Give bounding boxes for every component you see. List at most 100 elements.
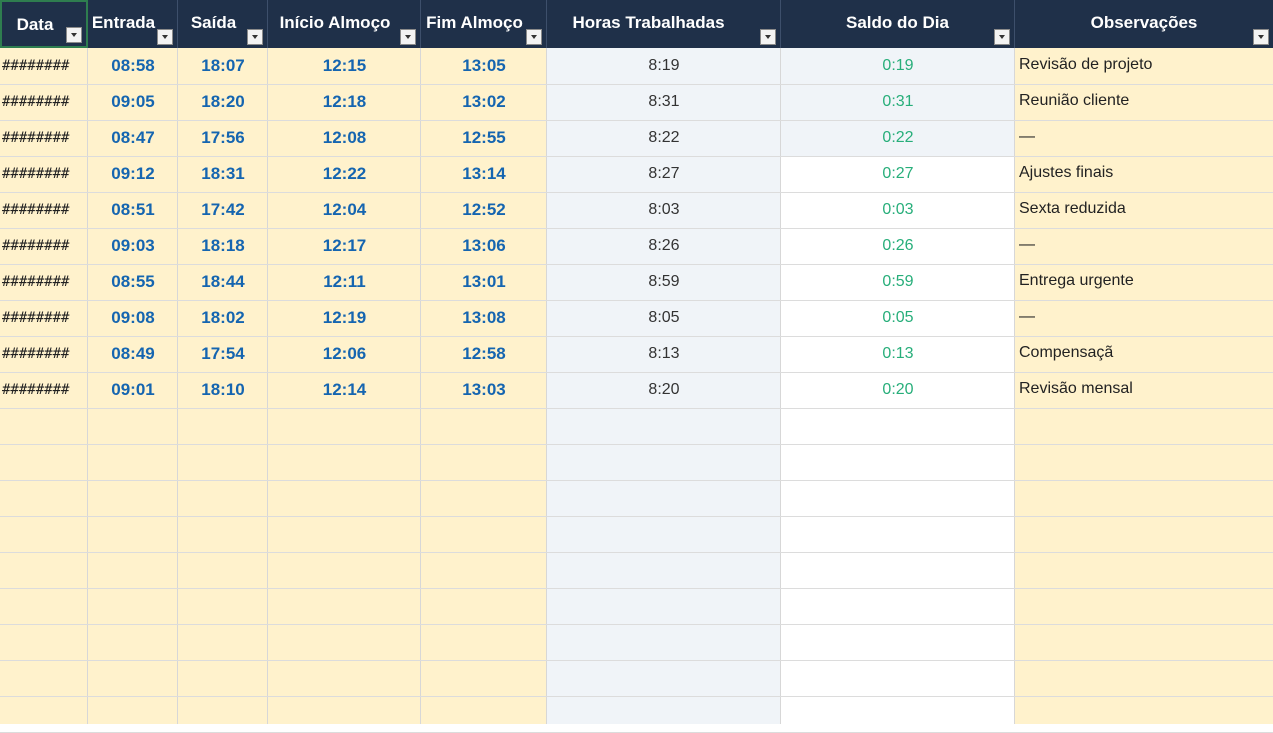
cell-horas[interactable]: 8:59 — [547, 264, 781, 300]
cell-data[interactable]: ######## — [0, 336, 88, 372]
cell-saldo[interactable]: 0:26 — [781, 228, 1015, 264]
cell-fim-almoco[interactable]: 12:58 — [421, 336, 547, 372]
filter-dropdown-icon[interactable] — [66, 27, 82, 43]
cell-saida[interactable]: 17:42 — [178, 192, 268, 228]
cell-horas[interactable]: 8:19 — [547, 48, 781, 84]
cell-saldo[interactable]: 0:05 — [781, 300, 1015, 336]
cell-horas[interactable]: 8:31 — [547, 84, 781, 120]
cell-entrada[interactable]: 09:08 — [88, 300, 178, 336]
cell-saldo[interactable]: 0:59 — [781, 264, 1015, 300]
column-header-label: Início Almoço — [279, 13, 391, 32]
filter-dropdown-icon[interactable] — [400, 29, 416, 45]
cell-obs[interactable]: Revisão de projeto — [1015, 48, 1273, 84]
cell-obs[interactable]: — — [1015, 300, 1273, 336]
cell-fim-almoco[interactable]: 13:05 — [421, 48, 547, 84]
cell-inicio-almoco[interactable]: 12:22 — [268, 156, 421, 192]
cell-data[interactable]: ######## — [0, 120, 88, 156]
cell-obs[interactable]: — — [1015, 228, 1273, 264]
cell-entrada[interactable]: 08:58 — [88, 48, 178, 84]
cell-entrada[interactable]: 08:47 — [88, 120, 178, 156]
cell-inicio-almoco[interactable]: 12:08 — [268, 120, 421, 156]
cell-data[interactable]: ######## — [0, 228, 88, 264]
cell-data[interactable]: ######## — [0, 264, 88, 300]
cell-entrada[interactable]: 08:55 — [88, 264, 178, 300]
row-divider — [0, 588, 1273, 589]
filter-dropdown-icon[interactable] — [1253, 29, 1269, 45]
cell-saldo[interactable]: 0:13 — [781, 336, 1015, 372]
cell-obs[interactable]: Ajustes finais — [1015, 156, 1273, 192]
cell-fim-almoco[interactable]: 13:08 — [421, 300, 547, 336]
cell-data[interactable]: ######## — [0, 372, 88, 408]
cell-saida[interactable]: 17:56 — [178, 120, 268, 156]
cell-data[interactable]: ######## — [0, 192, 88, 228]
cell-saldo[interactable]: 0:03 — [781, 192, 1015, 228]
cell-inicio-almoco[interactable]: 12:15 — [268, 48, 421, 84]
cell-data[interactable]: ######## — [0, 84, 88, 120]
cell-fim-almoco[interactable]: 13:03 — [421, 372, 547, 408]
cell-data[interactable]: ######## — [0, 156, 88, 192]
cell-saldo[interactable]: 0:31 — [781, 84, 1015, 120]
cell-entrada[interactable]: 08:49 — [88, 336, 178, 372]
cell-horas[interactable]: 8:05 — [547, 300, 781, 336]
cell-inicio-almoco[interactable]: 12:19 — [268, 300, 421, 336]
cell-obs[interactable]: Reunião cliente — [1015, 84, 1273, 120]
cell-inicio-almoco[interactable]: 12:14 — [268, 372, 421, 408]
column-header-entrada[interactable]: Entrada — [88, 0, 178, 48]
cell-horas[interactable]: 8:13 — [547, 336, 781, 372]
cell-saldo[interactable]: 0:27 — [781, 156, 1015, 192]
cell-entrada[interactable]: 09:01 — [88, 372, 178, 408]
cell-horas[interactable]: 8:26 — [547, 228, 781, 264]
cell-horas[interactable]: 8:22 — [547, 120, 781, 156]
cell-saida[interactable]: 18:18 — [178, 228, 268, 264]
filter-dropdown-icon[interactable] — [526, 29, 542, 45]
cell-fim-almoco[interactable]: 12:55 — [421, 120, 547, 156]
column-header-saldo-do-dia[interactable]: Saldo do Dia — [781, 0, 1015, 48]
cell-obs[interactable]: Sexta reduzida — [1015, 192, 1273, 228]
cell-saida[interactable]: 18:44 — [178, 264, 268, 300]
filter-dropdown-icon[interactable] — [247, 29, 263, 45]
column-header-observacoes[interactable]: Observações — [1015, 0, 1273, 48]
cell-saldo[interactable]: 0:22 — [781, 120, 1015, 156]
column-header-horas-trabalhadas[interactable]: Horas Trabalhadas — [547, 0, 781, 48]
cell-entrada[interactable]: 08:51 — [88, 192, 178, 228]
cell-inicio-almoco[interactable]: 12:17 — [268, 228, 421, 264]
cell-horas[interactable]: 8:03 — [547, 192, 781, 228]
cell-obs[interactable]: Revisão mensal — [1015, 372, 1273, 408]
cell-inicio-almoco[interactable]: 12:18 — [268, 84, 421, 120]
cell-saida[interactable]: 18:07 — [178, 48, 268, 84]
cell-entrada[interactable]: 09:12 — [88, 156, 178, 192]
cell-inicio-almoco[interactable]: 12:04 — [268, 192, 421, 228]
cell-saldo[interactable]: 0:19 — [781, 48, 1015, 84]
column-header-label: Entrada — [91, 13, 156, 32]
cell-saida[interactable]: 18:20 — [178, 84, 268, 120]
cell-horas[interactable]: 8:27 — [547, 156, 781, 192]
cell-saida[interactable]: 18:10 — [178, 372, 268, 408]
cell-inicio-almoco[interactable]: 12:11 — [268, 264, 421, 300]
cell-saida[interactable]: 18:02 — [178, 300, 268, 336]
column-header-data[interactable]: Data — [0, 0, 88, 48]
cell-inicio-almoco[interactable]: 12:06 — [268, 336, 421, 372]
cell-obs[interactable]: Entrega urgente — [1015, 264, 1273, 300]
cell-fim-almoco[interactable]: 13:01 — [421, 264, 547, 300]
cell-obs[interactable]: Compensaçã — [1015, 336, 1273, 372]
table-header-row: Data Entrada Saída Início Almoço Fim Alm… — [0, 0, 1273, 48]
cell-fim-almoco[interactable]: 12:52 — [421, 192, 547, 228]
filter-dropdown-icon[interactable] — [994, 29, 1010, 45]
cell-saldo[interactable]: 0:20 — [781, 372, 1015, 408]
column-header-fim-almoco[interactable]: Fim Almoço — [421, 0, 547, 48]
cell-data[interactable]: ######## — [0, 48, 88, 84]
cell-entrada[interactable]: 09:05 — [88, 84, 178, 120]
cell-fim-almoco[interactable]: 13:06 — [421, 228, 547, 264]
cell-saida[interactable]: 18:31 — [178, 156, 268, 192]
cell-fim-almoco[interactable]: 13:14 — [421, 156, 547, 192]
cell-horas[interactable]: 8:20 — [547, 372, 781, 408]
cell-obs[interactable]: — — [1015, 120, 1273, 156]
filter-dropdown-icon[interactable] — [760, 29, 776, 45]
cell-saida[interactable]: 17:54 — [178, 336, 268, 372]
column-header-inicio-almoco[interactable]: Início Almoço — [268, 0, 421, 48]
cell-fim-almoco[interactable]: 13:02 — [421, 84, 547, 120]
cell-data[interactable]: ######## — [0, 300, 88, 336]
column-header-saida[interactable]: Saída — [178, 0, 268, 48]
filter-dropdown-icon[interactable] — [157, 29, 173, 45]
cell-entrada[interactable]: 09:03 — [88, 228, 178, 264]
